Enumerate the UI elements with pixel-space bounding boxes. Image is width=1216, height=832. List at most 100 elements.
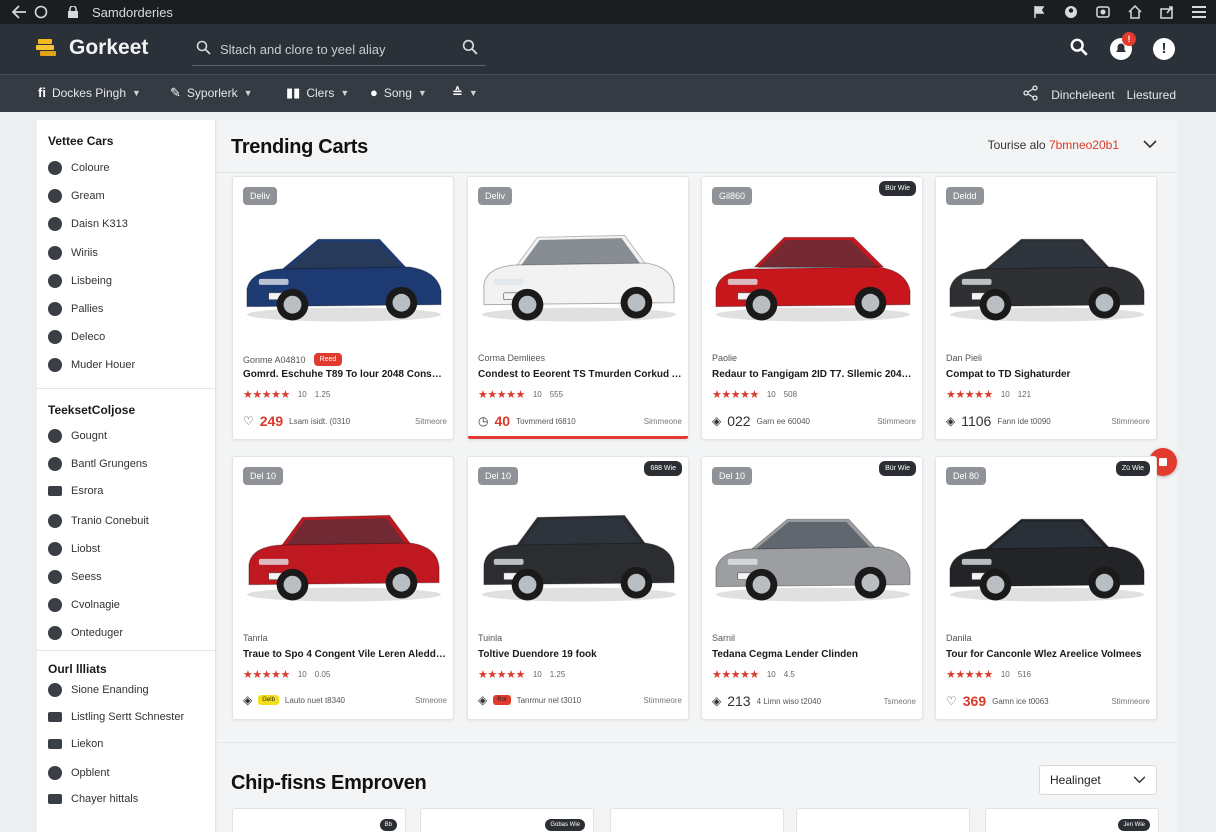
sidebar-item[interactable]: Coloure bbox=[48, 161, 110, 175]
sidebar-section-title: TeeksetColjose bbox=[48, 403, 136, 417]
notification-bell-icon[interactable]: ! bbox=[1110, 32, 1136, 60]
card-seller[interactable]: Stimmeore bbox=[877, 417, 916, 426]
preview-card[interactable]: Gobas Wie bbox=[420, 808, 594, 832]
rating-stars: ★★★★★ bbox=[478, 389, 525, 401]
card-corner-badge: Bür Wie bbox=[879, 181, 916, 196]
car-card[interactable]: Del 10 Bür Wie Sarnil Tedana Cegma Lender C… bbox=[701, 456, 923, 720]
card-seller[interactable]: Stimmeore bbox=[1111, 417, 1150, 426]
section-select[interactable]: Healinget bbox=[1039, 765, 1157, 795]
car-card[interactable]: Deliv Corma Demliees Condest to Eeorent TS… bbox=[467, 176, 689, 440]
sidebar-item[interactable]: Pallies bbox=[48, 302, 103, 316]
sidebar-item[interactable]: Listling Sertt Schnester bbox=[48, 711, 184, 723]
card-meta: Sarnil bbox=[712, 633, 735, 643]
nav-item-0[interactable]: fi Dockes Pingh ▼ bbox=[38, 85, 141, 100]
alert-icon[interactable]: ! bbox=[1153, 38, 1175, 60]
car-card[interactable]: Del 80 Zü Wie Danila Tour for Canconle Wlez… bbox=[935, 456, 1157, 720]
car-card[interactable]: Deldd Dan Pieli Compat to TD Sighaturder ★★… bbox=[935, 176, 1157, 440]
sidebar-item-icon bbox=[48, 541, 62, 556]
card-title[interactable]: Tour for Canconle Wlez Areelice Volmees bbox=[946, 649, 1150, 660]
preview-card[interactable]: Bb bbox=[232, 808, 406, 832]
card-seller[interactable]: Stimmeore bbox=[1111, 697, 1150, 706]
sidebar-item-label: Sione Enanding bbox=[71, 684, 149, 696]
sidebar-item[interactable]: Opblent bbox=[48, 765, 110, 780]
sidebar-item[interactable]: Liekon bbox=[48, 738, 103, 750]
sidebar-item[interactable]: Lisbeing bbox=[48, 273, 112, 288]
share-icon[interactable] bbox=[1156, 1, 1178, 23]
flag-icon[interactable] bbox=[1028, 1, 1050, 23]
card-subtext: Fann ide t0090 bbox=[997, 416, 1051, 426]
menu-icon[interactable] bbox=[1188, 1, 1210, 23]
back-arrow-icon[interactable] bbox=[8, 1, 30, 23]
home-icon[interactable] bbox=[1124, 1, 1146, 23]
car-image bbox=[241, 495, 447, 605]
sidebar-item[interactable]: Seess bbox=[48, 570, 102, 584]
account-icon[interactable] bbox=[1060, 1, 1082, 23]
card-seller[interactable]: Sitmeore bbox=[415, 417, 447, 426]
sidebar-item[interactable]: Gougnt bbox=[48, 429, 107, 443]
sidebar-item[interactable]: Onteduger bbox=[48, 626, 123, 641]
car-card[interactable]: Deliv Gonme A04810 Reed Gomrd. Eschuhe T89 … bbox=[232, 176, 454, 440]
sidebar-item[interactable]: Bantl Grungens bbox=[48, 457, 147, 472]
sort-control[interactable]: Tourise alo 7bmneo20b1 bbox=[988, 138, 1157, 152]
preview-card[interactable]: Jen Wie bbox=[985, 808, 1159, 832]
car-card[interactable]: Del 10 688 Wie Tuinla Toltive Duendore 19 f… bbox=[467, 456, 689, 720]
share-icon[interactable] bbox=[1023, 85, 1039, 104]
sidebar-item[interactable]: Esrora bbox=[48, 485, 103, 497]
sidebar-item[interactable]: Cvolnagie bbox=[48, 598, 120, 613]
logo-icon[interactable] bbox=[36, 38, 58, 58]
screenshot-icon[interactable] bbox=[1092, 1, 1114, 23]
brand-name[interactable]: Gorkeet bbox=[69, 36, 148, 60]
chevron-down-icon: ▼ bbox=[417, 87, 427, 98]
review-count: 516 bbox=[1017, 670, 1032, 679]
sidebar-item[interactable]: Daisn K313 bbox=[48, 217, 128, 232]
browser-url[interactable]: Samdorderies bbox=[92, 5, 173, 20]
nav-item-3[interactable]: ● Song ▼ bbox=[370, 85, 427, 100]
car-card[interactable]: Gil860 Bür Wie Paolie Redaur to Fangigam 2I… bbox=[701, 176, 923, 440]
sidebar-item[interactable]: Liobst bbox=[48, 541, 100, 556]
rating-stars: ★★★★★ bbox=[712, 389, 759, 401]
card-title[interactable]: Redaur to Fangigam 2ID T7. Sllemic 2044 … bbox=[712, 369, 916, 380]
select-value: Healinget bbox=[1050, 773, 1101, 787]
card-seller[interactable]: Stimmeore bbox=[643, 696, 682, 705]
nav-item-1[interactable]: ✎ Syporlerk ▼ bbox=[170, 85, 253, 101]
sidebar-item-label: Onteduger bbox=[71, 627, 123, 640]
nav-item-more[interactable]: ≙ ▼ bbox=[452, 85, 478, 101]
sidebar-item[interactable]: Muder Houer bbox=[48, 358, 135, 373]
card-seller[interactable]: Stmeone bbox=[415, 696, 447, 705]
card-subtext: Tanrmur nel t3010 bbox=[516, 695, 582, 705]
sidebar-item[interactable]: Tranio Conebuit bbox=[48, 513, 149, 528]
sidebar-item[interactable]: Deleco bbox=[48, 330, 105, 345]
sidebar-item[interactable]: Gream bbox=[48, 189, 105, 204]
card-title[interactable]: Gomrd. Eschuhe T89 To lour 2048 Consegue… bbox=[243, 369, 447, 380]
car-image bbox=[710, 495, 916, 605]
card-title[interactable]: Toltive Duendore 19 fook bbox=[478, 649, 682, 660]
car-card[interactable]: Del 10 Tanrla Traue to Spo 4 Congent Vile … bbox=[232, 456, 454, 720]
card-title[interactable]: Condest to Eeorent TS Tmurden Corkud Alm… bbox=[478, 369, 682, 380]
sidebar-item[interactable]: Chayer hittals bbox=[48, 793, 138, 805]
nav-link-dincheleent[interactable]: Dincheleent bbox=[1051, 88, 1114, 102]
car-image bbox=[944, 495, 1150, 605]
preview-card[interactable] bbox=[610, 808, 784, 832]
rating-stars: ★★★★★ bbox=[712, 669, 759, 681]
preview-card[interactable] bbox=[796, 808, 970, 832]
search-input[interactable] bbox=[214, 42, 462, 57]
card-seller[interactable]: Tsmeone bbox=[884, 697, 916, 706]
nav-item-2[interactable]: ▮▮ Clers ▼ bbox=[286, 85, 349, 101]
card-title[interactable]: Traue to Spo 4 Congent Vile Leren Aleddi… bbox=[243, 649, 447, 660]
search-submit-icon[interactable] bbox=[462, 39, 482, 60]
card-meta: Gonme A04810 Reed bbox=[243, 353, 343, 366]
card-title[interactable]: Compat to TD Sighaturder bbox=[946, 369, 1150, 380]
car-image bbox=[241, 215, 447, 325]
header-search-icon[interactable] bbox=[1070, 38, 1088, 61]
sidebar-item[interactable]: Sione Enanding bbox=[48, 683, 149, 697]
search-bar[interactable] bbox=[192, 34, 486, 66]
reload-icon[interactable] bbox=[30, 1, 52, 23]
card-price: 369 bbox=[962, 693, 987, 709]
sidebar-item-icon bbox=[48, 711, 62, 722]
car-image bbox=[476, 215, 682, 325]
card-title[interactable]: Tedana Cegma Lender Clinden bbox=[712, 649, 916, 660]
nav-link-liestured[interactable]: Liestured bbox=[1127, 88, 1176, 102]
card-seller[interactable]: Simmeone bbox=[644, 417, 682, 426]
sidebar-item[interactable]: Wiriis bbox=[48, 245, 98, 260]
card-rating: ★★★★★ 10 4.5 bbox=[712, 668, 795, 681]
